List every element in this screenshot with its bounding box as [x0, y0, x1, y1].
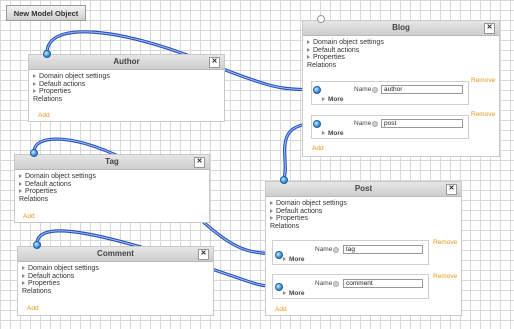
domain-object-settings-toggle[interactable]: Domain object settings: [33, 73, 224, 81]
add-relation-link[interactable]: Add: [275, 306, 287, 313]
help-icon[interactable]: [333, 247, 339, 253]
help-icon[interactable]: [333, 281, 339, 287]
author-title: Author: [113, 57, 140, 66]
close-icon[interactable]: ✕: [446, 184, 457, 195]
expand-arrow-icon: [270, 216, 273, 221]
add-relation-link[interactable]: Add: [27, 305, 39, 312]
blog-title: Blog: [392, 23, 410, 32]
comment-box-header[interactable]: Comment ✕: [18, 247, 213, 262]
expand-arrow-icon: [33, 89, 36, 94]
comment-connector-terminal[interactable]: [33, 241, 41, 249]
blog-post-relation-terminal[interactable]: [313, 120, 321, 128]
relations-label: Relations: [307, 61, 337, 69]
comment-title: Comment: [97, 249, 134, 258]
remove-relation-link[interactable]: Remove: [433, 239, 457, 246]
relations-label: Relations: [270, 222, 300, 230]
name-label: Name: [315, 246, 333, 253]
expand-arrow-icon: [322, 97, 325, 101]
post-box[interactable]: Post ✕ Domain object settings Default ac…: [265, 181, 462, 316]
close-icon[interactable]: ✕: [198, 249, 209, 260]
relation-name-input[interactable]: post: [381, 119, 463, 128]
domain-object-settings-toggle[interactable]: Domain object settings: [19, 173, 209, 181]
remove-relation-link[interactable]: Remove: [471, 111, 495, 118]
relation-name-input[interactable]: tag: [343, 245, 423, 254]
name-label: Name: [354, 120, 372, 127]
post-connector-terminal[interactable]: [280, 176, 288, 184]
name-label: Name: [354, 86, 372, 93]
relation-item-comment: Name comment More: [272, 274, 429, 299]
properties-toggle[interactable]: Properties: [270, 215, 461, 223]
more-toggle[interactable]: More: [322, 130, 344, 137]
expand-arrow-icon: [307, 40, 310, 44]
relation-item-post: Name post More: [311, 115, 469, 139]
relations-label: Relations: [19, 195, 49, 203]
properties-toggle[interactable]: Properties: [19, 188, 209, 196]
add-relation-link[interactable]: Add: [23, 213, 35, 220]
help-icon[interactable]: [372, 87, 378, 93]
name-label: Name: [315, 280, 333, 287]
expand-arrow-icon: [283, 291, 286, 295]
properties-toggle[interactable]: Properties: [22, 280, 213, 288]
expand-arrow-icon: [307, 47, 310, 52]
author-box-header[interactable]: Author ✕: [29, 55, 224, 70]
more-toggle[interactable]: More: [283, 256, 305, 263]
expand-arrow-icon: [322, 131, 325, 135]
default-actions-toggle[interactable]: Default actions: [307, 47, 499, 55]
author-connector-terminal[interactable]: [43, 50, 51, 58]
default-actions-toggle[interactable]: Default actions: [33, 81, 224, 89]
expand-arrow-icon: [33, 81, 36, 86]
blog-box-header[interactable]: Blog ✕: [303, 21, 499, 36]
expand-arrow-icon: [270, 208, 273, 213]
expand-arrow-icon: [22, 273, 25, 278]
expand-arrow-icon: [270, 201, 273, 205]
blog-author-relation-terminal[interactable]: [313, 86, 321, 94]
post-comment-relation-terminal[interactable]: [275, 283, 283, 291]
domain-object-settings-toggle[interactable]: Domain object settings: [270, 200, 461, 208]
author-box[interactable]: Author ✕ Domain object settings Default …: [28, 54, 225, 122]
expand-arrow-icon: [33, 74, 36, 78]
relation-item-tag: Name tag More: [272, 240, 429, 265]
expand-arrow-icon: [307, 55, 310, 60]
tag-box[interactable]: Tag ✕ Domain object settings Default act…: [14, 154, 210, 223]
tag-connector-terminal[interactable]: [30, 149, 38, 157]
domain-object-settings-toggle[interactable]: Domain object settings: [22, 265, 213, 273]
close-icon[interactable]: ✕: [484, 23, 495, 34]
tag-title: Tag: [105, 157, 119, 166]
relation-item-author: Name author More: [311, 81, 469, 105]
default-actions-toggle[interactable]: Default actions: [19, 181, 209, 189]
more-toggle[interactable]: More: [322, 96, 344, 103]
more-toggle[interactable]: More: [283, 290, 305, 297]
comment-box[interactable]: Comment ✕ Domain object settings Default…: [17, 246, 214, 316]
relation-name-input[interactable]: author: [381, 85, 463, 94]
expand-arrow-icon: [19, 181, 22, 186]
post-title: Post: [354, 184, 373, 193]
close-icon[interactable]: ✕: [209, 57, 220, 68]
expand-arrow-icon: [19, 174, 22, 178]
default-actions-toggle[interactable]: Default actions: [270, 208, 461, 216]
post-tag-relation-terminal[interactable]: [275, 251, 283, 259]
domain-object-settings-toggle[interactable]: Domain object settings: [307, 39, 499, 47]
relations-label: Relations: [33, 95, 63, 103]
post-box-header[interactable]: Post ✕: [266, 182, 461, 197]
blog-connector-terminal[interactable]: [317, 15, 325, 23]
add-relation-link[interactable]: Add: [312, 145, 324, 152]
expand-arrow-icon: [22, 266, 25, 270]
expand-arrow-icon: [22, 281, 25, 286]
new-model-object-button[interactable]: New Model Object: [6, 5, 86, 21]
expand-arrow-icon: [283, 257, 286, 261]
help-icon[interactable]: [372, 121, 378, 127]
relations-label: Relations: [22, 287, 52, 295]
properties-toggle[interactable]: Properties: [33, 88, 224, 96]
relation-name-input[interactable]: comment: [343, 279, 423, 288]
expand-arrow-icon: [19, 189, 22, 194]
blog-box[interactable]: Blog ✕ Domain object settings Default ac…: [302, 20, 500, 157]
default-actions-toggle[interactable]: Default actions: [22, 273, 213, 281]
remove-relation-link[interactable]: Remove: [471, 77, 495, 84]
add-relation-link[interactable]: Add: [38, 112, 50, 119]
remove-relation-link[interactable]: Remove: [433, 273, 457, 280]
properties-toggle[interactable]: Properties: [307, 54, 499, 62]
tag-box-header[interactable]: Tag ✕: [15, 155, 209, 170]
close-icon[interactable]: ✕: [194, 157, 205, 168]
